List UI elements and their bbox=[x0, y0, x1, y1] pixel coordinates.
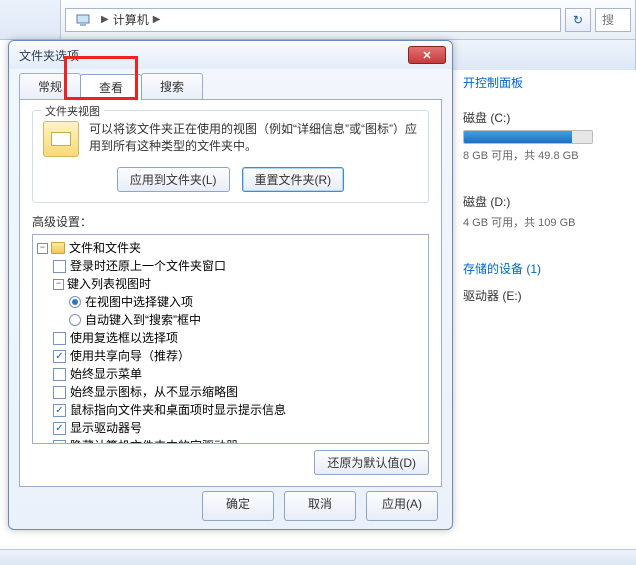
chevron-right-icon: ▶ bbox=[97, 14, 113, 25]
dialog-buttons: 确定 取消 应用(A) bbox=[9, 491, 452, 521]
restore-defaults-button[interactable]: 还原为默认值(D) bbox=[314, 450, 429, 475]
folder-icon bbox=[51, 242, 65, 254]
checkbox[interactable] bbox=[53, 368, 66, 381]
control-panel-link[interactable]: 开控制面板 bbox=[463, 74, 628, 91]
tree-item[interactable]: 使用共享向导（推荐） bbox=[37, 347, 424, 365]
checkbox[interactable] bbox=[53, 260, 66, 273]
collapse-icon[interactable]: − bbox=[53, 279, 64, 290]
address-text: 计算机 bbox=[113, 11, 149, 28]
chevron-right-icon: ▶ bbox=[149, 14, 165, 25]
apply-button[interactable]: 应用(A) bbox=[366, 491, 438, 521]
dialog-titlebar[interactable]: 文件夹选项 ✕ bbox=[9, 41, 452, 69]
checkbox[interactable] bbox=[53, 404, 66, 417]
tab-strip: 常规 查看 搜索 bbox=[19, 73, 452, 99]
tree-item[interactable]: 自动键入到“搜索”框中 bbox=[37, 311, 424, 329]
close-button[interactable]: ✕ bbox=[408, 46, 446, 64]
disk-subtext: 8 GB 可用，共 49.8 GB bbox=[463, 147, 628, 163]
tree-root[interactable]: − 文件和文件夹 bbox=[37, 239, 424, 257]
explorer-content: 开控制面板 磁盘 (C:) 8 GB 可用，共 49.8 GB 磁盘 (D:) … bbox=[455, 70, 636, 565]
tree-item-label: 显示驱动器号 bbox=[70, 419, 142, 437]
disk-d[interactable]: 磁盘 (D:) 4 GB 可用，共 109 GB bbox=[463, 193, 628, 230]
dialog-title: 文件夹选项 bbox=[19, 47, 79, 64]
folder-view-group: 文件夹视图 可以将该文件夹正在使用的视图（例如“详细信息”或“图标”）应用到所有… bbox=[32, 110, 429, 203]
checkbox[interactable] bbox=[53, 422, 66, 435]
disk-subtext: 4 GB 可用，共 109 GB bbox=[463, 214, 628, 230]
folder-view-desc: 可以将该文件夹正在使用的视图（例如“详细信息”或“图标”）应用到所有这种类型的文… bbox=[89, 121, 418, 157]
tab-general[interactable]: 常规 bbox=[19, 73, 81, 99]
radio[interactable] bbox=[69, 314, 81, 326]
tree-item[interactable]: 始终显示菜单 bbox=[37, 365, 424, 383]
explorer-nav-left bbox=[0, 0, 60, 40]
tree-item[interactable]: 始终显示图标，从不显示缩略图 bbox=[37, 383, 424, 401]
checkbox[interactable] bbox=[53, 386, 66, 399]
tree-item-label: 鼠标指向文件夹和桌面项时显示提示信息 bbox=[70, 401, 286, 419]
apply-to-folders-button[interactable]: 应用到文件夹(L) bbox=[117, 167, 230, 192]
tree-item-label: 在视图中选择键入项 bbox=[85, 293, 193, 311]
tree-item-label: 使用共享向导（推荐） bbox=[70, 347, 190, 365]
disk-usage-bar bbox=[463, 130, 593, 144]
tree-item-label: 登录时还原上一个文件夹窗口 bbox=[70, 257, 226, 275]
close-icon: ✕ bbox=[422, 49, 431, 62]
tree-item-label: 隐藏计算机文件夹中的空驱动器 bbox=[70, 437, 238, 444]
cancel-button[interactable]: 取消 bbox=[284, 491, 356, 521]
taskbar bbox=[0, 549, 636, 565]
tree-item-label: 键入列表视图时 bbox=[67, 275, 151, 293]
folder-options-dialog: 文件夹选项 ✕ 常规 查看 搜索 文件夹视图 可以将该文件夹正在使用的视图（例如… bbox=[8, 40, 453, 530]
tree-item[interactable]: 鼠标指向文件夹和桌面项时显示提示信息 bbox=[37, 401, 424, 419]
disk-title: 磁盘 (C:) bbox=[463, 109, 628, 126]
tree-item-label: 始终显示菜单 bbox=[70, 365, 142, 383]
ok-button[interactable]: 确定 bbox=[202, 491, 274, 521]
tree-item[interactable]: 显示驱动器号 bbox=[37, 419, 424, 437]
tree-item-label: 自动键入到“搜索”框中 bbox=[85, 311, 201, 329]
tab-view[interactable]: 查看 bbox=[80, 74, 142, 100]
checkbox[interactable] bbox=[53, 332, 66, 345]
search-input[interactable]: 搜 bbox=[595, 8, 631, 32]
explorer-toolbar: ▶ 计算机 ▶ ↻ 搜 bbox=[60, 0, 636, 40]
folder-view-icon bbox=[43, 121, 79, 157]
drive-title: 驱动器 (E:) bbox=[463, 287, 628, 304]
refresh-icon: ↻ bbox=[573, 13, 583, 27]
refresh-button[interactable]: ↻ bbox=[565, 8, 591, 32]
checkbox[interactable] bbox=[53, 440, 66, 445]
advanced-label: 高级设置： bbox=[32, 213, 429, 230]
storage-section[interactable]: 存储的设备 (1) bbox=[463, 260, 628, 277]
reset-folders-button[interactable]: 重置文件夹(R) bbox=[242, 167, 345, 192]
disk-title: 磁盘 (D:) bbox=[463, 193, 628, 210]
address-bar[interactable]: ▶ 计算机 ▶ bbox=[65, 8, 561, 32]
tree-item-label: 使用复选框以选择项 bbox=[70, 329, 178, 347]
tree-item[interactable]: 隐藏计算机文件夹中的空驱动器 bbox=[37, 437, 424, 444]
tab-search[interactable]: 搜索 bbox=[141, 73, 203, 99]
tree-item[interactable]: 使用复选框以选择项 bbox=[37, 329, 424, 347]
view-tab-panel: 文件夹视图 可以将该文件夹正在使用的视图（例如“详细信息”或“图标”）应用到所有… bbox=[19, 99, 442, 487]
tree-item-label: 始终显示图标，从不显示缩略图 bbox=[70, 383, 238, 401]
tree-root-label: 文件和文件夹 bbox=[69, 239, 141, 257]
group-legend: 文件夹视图 bbox=[41, 103, 104, 119]
tree-item[interactable]: 登录时还原上一个文件夹窗口 bbox=[37, 257, 424, 275]
tree-item[interactable]: −键入列表视图时 bbox=[37, 275, 424, 293]
checkbox[interactable] bbox=[53, 350, 66, 363]
drive-e[interactable]: 驱动器 (E:) bbox=[463, 287, 628, 304]
disk-c[interactable]: 磁盘 (C:) 8 GB 可用，共 49.8 GB bbox=[463, 109, 628, 163]
advanced-settings-tree[interactable]: −文件和文件夹登录时还原上一个文件夹窗口−键入列表视图时在视图中选择键入项自动键… bbox=[32, 234, 429, 444]
search-placeholder: 搜 bbox=[602, 11, 614, 28]
collapse-icon[interactable]: − bbox=[37, 243, 48, 254]
tree-item[interactable]: 在视图中选择键入项 bbox=[37, 293, 424, 311]
computer-icon bbox=[70, 13, 97, 27]
radio[interactable] bbox=[69, 296, 81, 308]
